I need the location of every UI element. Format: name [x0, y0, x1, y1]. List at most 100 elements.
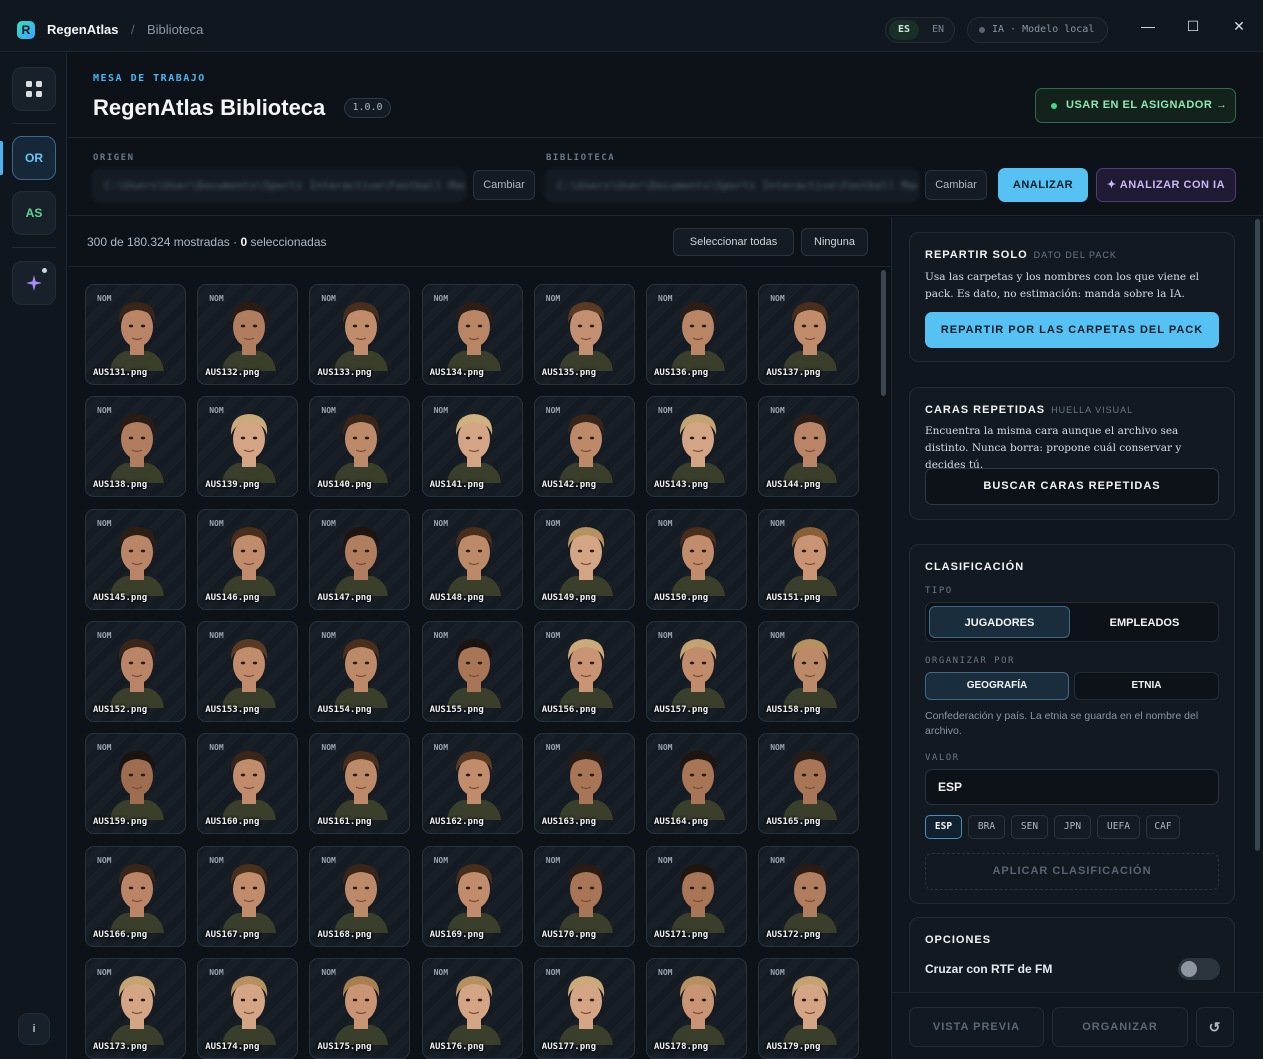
face-tile[interactable]: NOM AUS134.png — [421, 284, 523, 385]
chip-caf[interactable]: CAF — [1146, 815, 1180, 839]
face-tile[interactable]: NOM AUS170.png — [533, 845, 635, 947]
chip-jpn[interactable]: JPN — [1054, 815, 1091, 839]
analyze-button[interactable]: ANALIZAR — [998, 168, 1088, 202]
face-tile[interactable]: NOM AUS141.png — [421, 396, 523, 498]
face-tile[interactable]: NOM AUS152.png — [85, 620, 186, 722]
find-duplicates-button[interactable]: BUSCAR CARAS REPETIDAS — [925, 468, 1219, 505]
organize-geography-option[interactable]: GEOGRAFÍA — [925, 672, 1069, 700]
dupes-title: CARAS REPETIDAS HUELLA VISUAL — [925, 404, 1133, 416]
face-tile[interactable]: NOM AUS132.png — [197, 284, 299, 385]
face-tile[interactable]: NOM AUS165.png — [758, 733, 860, 835]
tile-filename: AUS165.png — [766, 817, 821, 828]
face-tile[interactable]: NOM AUS156.png — [533, 620, 635, 722]
face-tile[interactable]: NOM AUS154.png — [309, 620, 411, 722]
face-tile[interactable]: NOM AUS173.png — [85, 957, 186, 1059]
face-tile[interactable]: NOM AUS149.png — [533, 508, 635, 610]
sparkle-icon[interactable] — [12, 261, 56, 305]
face-tile[interactable]: NOM AUS155.png — [421, 620, 523, 722]
rail-origen-button[interactable]: OR — [12, 136, 56, 180]
close-button[interactable]: ✕ — [1231, 18, 1247, 34]
face-tile[interactable]: NOM AUS166.png — [85, 845, 186, 947]
face-tile[interactable]: NOM AUS178.png — [646, 957, 747, 1059]
ia-status-badge[interactable]: IA · Modelo local — [967, 17, 1108, 43]
lang-es-button[interactable]: ES — [889, 20, 919, 40]
face-tile[interactable]: NOM AUS138.png — [85, 396, 186, 498]
gallery-scrollbar[interactable] — [881, 270, 886, 396]
face-tile[interactable]: NOM AUS171.png — [646, 845, 747, 947]
preview-button[interactable]: VISTA PREVIA — [909, 1007, 1044, 1047]
face-tile[interactable]: NOM AUS137.png — [758, 284, 860, 385]
face-tile[interactable]: NOM AUS150.png — [646, 508, 747, 610]
face-tile[interactable]: NOM AUS175.png — [309, 957, 411, 1059]
face-tile[interactable]: NOM AUS172.png — [758, 845, 860, 947]
player-face-image — [222, 863, 277, 933]
tile-filename: AUS136.png — [654, 368, 709, 378]
organize-ethnicity-option[interactable]: ETNIA — [1074, 672, 1219, 700]
maximize-button[interactable]: ☐ — [1185, 18, 1201, 34]
face-tile[interactable]: NOM AUS162.png — [421, 733, 523, 835]
face-gallery[interactable]: NOM AUS131.png NOM AUS132.png NOM AUS133.png N… — [68, 268, 890, 1059]
face-tile[interactable]: NOM AUS133.png — [309, 284, 411, 385]
face-tile[interactable]: NOM AUS159.png — [85, 733, 186, 835]
face-tile[interactable]: NOM AUS160.png — [197, 733, 299, 835]
library-path-input[interactable]: C:\Users\User\Documents\Sports Interacti… — [546, 170, 918, 201]
face-tile[interactable]: NOM AUS145.png — [85, 508, 186, 610]
face-tile[interactable]: NOM AUS177.png — [533, 957, 635, 1059]
face-tile[interactable]: NOM AUS157.png — [646, 620, 747, 722]
face-tile[interactable]: NOM AUS144.png — [758, 396, 860, 498]
breadcrumb[interactable]: Biblioteca — [147, 22, 203, 37]
face-tile[interactable]: NOM AUS164.png — [646, 733, 747, 835]
face-tile[interactable]: NOM AUS163.png — [533, 733, 635, 835]
grid-icon[interactable] — [12, 67, 56, 111]
rail-divider — [12, 247, 56, 248]
face-tile[interactable]: NOM AUS131.png — [85, 284, 186, 385]
select-all-button[interactable]: Seleccionar todas — [673, 228, 794, 256]
info-button[interactable]: i — [18, 1013, 50, 1045]
face-tile[interactable]: NOM AUS151.png — [758, 508, 860, 610]
face-tile[interactable]: NOM AUS169.png — [421, 845, 523, 947]
tile-filename: AUS135.png — [541, 368, 596, 378]
face-tile[interactable]: NOM AUS161.png — [309, 733, 411, 835]
select-none-button[interactable]: Ninguna — [801, 228, 868, 256]
type-players-option[interactable]: JUGADORES — [929, 606, 1070, 638]
player-face-image — [783, 863, 838, 933]
player-face-image — [558, 638, 613, 708]
face-tile[interactable]: NOM AUS176.png — [421, 957, 523, 1059]
face-tile[interactable]: NOM AUS168.png — [309, 845, 411, 947]
chip-uefa[interactable]: UEFA — [1097, 815, 1140, 839]
chip-bra[interactable]: BRA — [968, 815, 1005, 839]
origin-path-input[interactable]: C:\Users\User\Documents\Sports Interacti… — [93, 170, 465, 201]
lang-en-button[interactable]: EN — [924, 20, 952, 40]
refresh-icon[interactable]: ↺ — [1196, 1007, 1234, 1047]
face-tile[interactable]: NOM AUS148.png — [421, 508, 523, 610]
change-origin-button[interactable]: Cambiar — [473, 170, 535, 200]
face-tile[interactable]: NOM AUS179.png — [758, 957, 860, 1059]
rtf-toggle[interactable] — [1178, 958, 1220, 980]
panel-scrollbar[interactable] — [1255, 219, 1260, 851]
analyze-ai-button[interactable]: ✦ ANALIZAR CON IA — [1096, 168, 1236, 202]
face-tile[interactable]: NOM AUS167.png — [197, 845, 299, 947]
face-tile[interactable]: NOM AUS135.png — [533, 284, 635, 385]
split-by-folders-button[interactable]: REPARTIR POR LAS CARPETAS DEL PACK — [925, 312, 1219, 348]
face-tile[interactable]: NOM AUS174.png — [197, 957, 299, 1059]
chip-esp[interactable]: ESP — [925, 815, 962, 839]
face-tile[interactable]: NOM AUS147.png — [309, 508, 411, 610]
value-input[interactable]: ESP — [925, 769, 1219, 805]
face-tile[interactable]: NOM AUS153.png — [197, 620, 299, 722]
organize-button[interactable]: ORGANIZAR — [1052, 1007, 1188, 1047]
use-in-assigner-button[interactable]: USAR EN EL ASIGNADOR → — [1035, 88, 1236, 123]
face-tile[interactable]: NOM AUS143.png — [646, 396, 747, 498]
type-staff-option[interactable]: EMPLEADOS — [1074, 606, 1215, 638]
face-tile[interactable]: NOM AUS136.png — [646, 284, 747, 385]
tile-tag: NOM — [321, 518, 336, 528]
face-tile[interactable]: NOM AUS139.png — [197, 396, 299, 498]
apply-classification-button[interactable]: APLICAR CLASIFICACIÓN — [925, 853, 1219, 890]
face-tile[interactable]: NOM AUS146.png — [197, 508, 299, 610]
face-tile[interactable]: NOM AUS140.png — [309, 396, 411, 498]
minimize-button[interactable]: — — [1140, 18, 1156, 34]
chip-sen[interactable]: SEN — [1011, 815, 1048, 839]
face-tile[interactable]: NOM AUS158.png — [758, 620, 860, 722]
rail-asignador-button[interactable]: AS — [12, 191, 56, 235]
change-library-button[interactable]: Cambiar — [925, 170, 987, 200]
face-tile[interactable]: NOM AUS142.png — [533, 396, 635, 498]
